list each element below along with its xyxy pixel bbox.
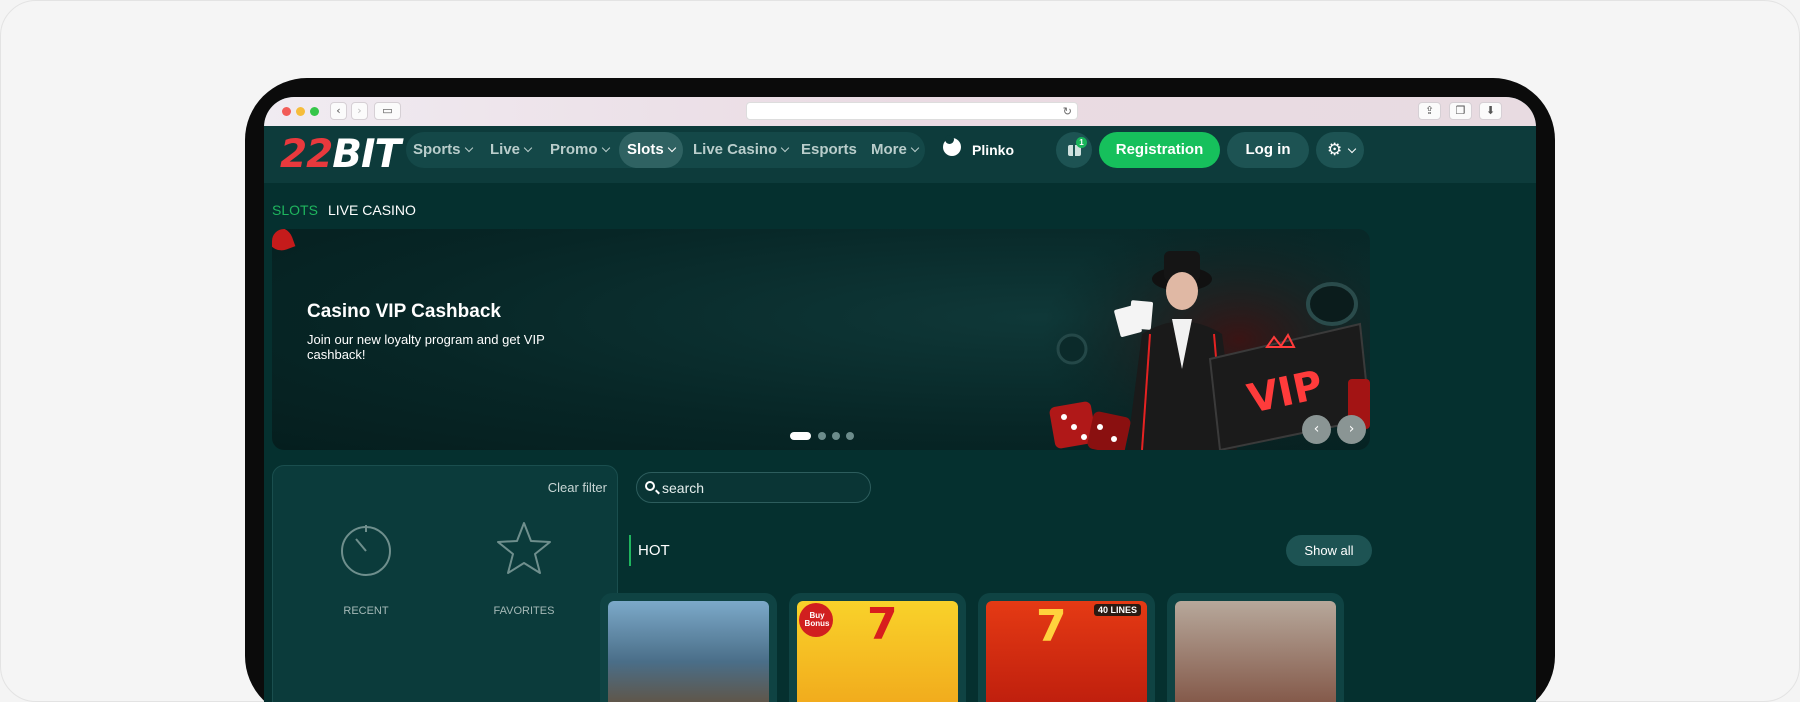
gear-icon: ⚙ [1327, 140, 1343, 160]
minimize-window-icon[interactable] [296, 107, 305, 116]
seven-symbol: 7 [867, 599, 898, 650]
section-marker [629, 535, 631, 566]
banner-text: Join our new loyalty program and get VIP… [307, 332, 545, 362]
clear-filter-button[interactable]: Clear filter [548, 480, 607, 495]
main-nav: Sports Live Promo Slots Live Casino Espo… [406, 132, 925, 168]
tab-live-casino[interactable]: LIVE CASINO [328, 202, 416, 218]
nav-label: Live Casino [693, 141, 778, 158]
chevron-left-icon[interactable]: ‹ [330, 102, 347, 120]
plinko-ball-icon [943, 135, 961, 156]
filter-panel: Clear filter RECENT FAVORITES [272, 465, 618, 702]
settings-button[interactable]: ⚙ [1316, 132, 1364, 168]
nav-label: More [871, 141, 907, 158]
banner-prev-button[interactable]: ‹ [1302, 415, 1331, 444]
browser-screen: ‹ › ▭ ↻ ⇪ ❐ ⬇ 22BIT Sports Live Promo Sl… [264, 97, 1536, 702]
nav-item-sports[interactable]: Sports [413, 132, 473, 168]
logo-text: BIT [332, 132, 401, 177]
chevron-down-icon [780, 143, 790, 153]
sidebar-toggle-icon[interactable]: ▭ [374, 102, 401, 120]
nav-item-promo[interactable]: Promo [550, 132, 610, 168]
nav-label: Sports [413, 141, 461, 158]
chevron-down-icon [1347, 144, 1357, 154]
nav-label: Slots [627, 141, 664, 158]
chevron-down-icon [464, 143, 473, 153]
seven-symbol: 7 [1036, 601, 1067, 652]
download-icon[interactable]: ⬇ [1479, 102, 1502, 120]
game-card[interactable] [1167, 593, 1344, 702]
chevron-right-icon[interactable]: › [351, 102, 368, 120]
reload-icon[interactable]: ↻ [1063, 103, 1072, 120]
chevron-down-icon [910, 143, 920, 153]
login-button[interactable]: Log in [1227, 132, 1309, 168]
registration-button[interactable]: Registration [1099, 132, 1220, 168]
pagination-dot[interactable] [846, 432, 854, 440]
search-box[interactable] [636, 472, 871, 503]
recent-label: RECENT [343, 605, 389, 617]
nav-item-live-casino[interactable]: Live Casino [693, 132, 790, 168]
tabs-icon[interactable]: ❐ [1449, 102, 1472, 120]
maximize-window-icon[interactable] [310, 107, 319, 116]
nav-item-esports[interactable]: Esports [801, 132, 857, 168]
game-thumbnail: Buy Bonus 7 [797, 601, 958, 702]
browser-toolbar: ‹ › ▭ ↻ ⇪ ❐ ⬇ [264, 97, 1536, 126]
game-card[interactable]: Buy Bonus 7 [789, 593, 966, 702]
pagination-dot-active[interactable] [790, 432, 811, 440]
gift-button[interactable]: 1 [1056, 132, 1092, 168]
nav-label: Promo [550, 141, 598, 158]
section-title: HOT [638, 542, 670, 559]
game-thumbnail: 40 LINES 7 [986, 601, 1147, 702]
show-all-button[interactable]: Show all [1286, 535, 1372, 566]
buy-bonus-label: Buy Bonus [804, 611, 830, 628]
pagination-dot[interactable] [818, 432, 826, 440]
address-bar[interactable]: ↻ [746, 102, 1078, 120]
game-card[interactable]: 40 LINES 7 [978, 593, 1155, 702]
site-logo[interactable]: 22BIT [280, 131, 401, 179]
search-icon [645, 481, 655, 491]
chevron-down-icon [601, 143, 610, 153]
gift-count-badge: 1 [1076, 137, 1087, 148]
share-icon[interactable]: ⇪ [1418, 102, 1441, 120]
star-icon[interactable] [495, 520, 553, 578]
nav-label: Esports [801, 141, 857, 158]
nav-item-more[interactable]: More [871, 132, 920, 168]
promo-banner[interactable]: Casino VIP Cashback Join our new loyalty… [272, 229, 1370, 450]
tab-slots[interactable]: SLOTS [272, 202, 318, 218]
recent-icon[interactable] [337, 520, 395, 578]
nav-item-slots[interactable]: Slots [619, 132, 683, 168]
chevron-down-icon [523, 143, 533, 153]
nav-label: Live [490, 141, 521, 158]
lines-badge: 40 LINES [1093, 604, 1141, 616]
pagination-dot[interactable] [832, 432, 840, 440]
site-header: 22BIT Sports Live Promo Slots Live Casin… [264, 126, 1536, 183]
banner-title: Casino VIP Cashback [307, 301, 501, 322]
close-window-icon[interactable] [282, 107, 291, 116]
nav-item-live[interactable]: Live [490, 132, 533, 168]
search-input[interactable] [662, 473, 862, 502]
banner-next-button[interactable]: › [1337, 415, 1366, 444]
decorative-leaf [272, 229, 296, 255]
plinko-link[interactable]: Plinko [972, 138, 1014, 162]
chevron-down-icon [667, 143, 676, 153]
game-thumbnail [608, 601, 769, 702]
game-card[interactable] [600, 593, 777, 702]
favorites-label: FAVORITES [493, 605, 555, 617]
game-thumbnail [1175, 601, 1336, 702]
logo-number: 22 [280, 132, 333, 177]
